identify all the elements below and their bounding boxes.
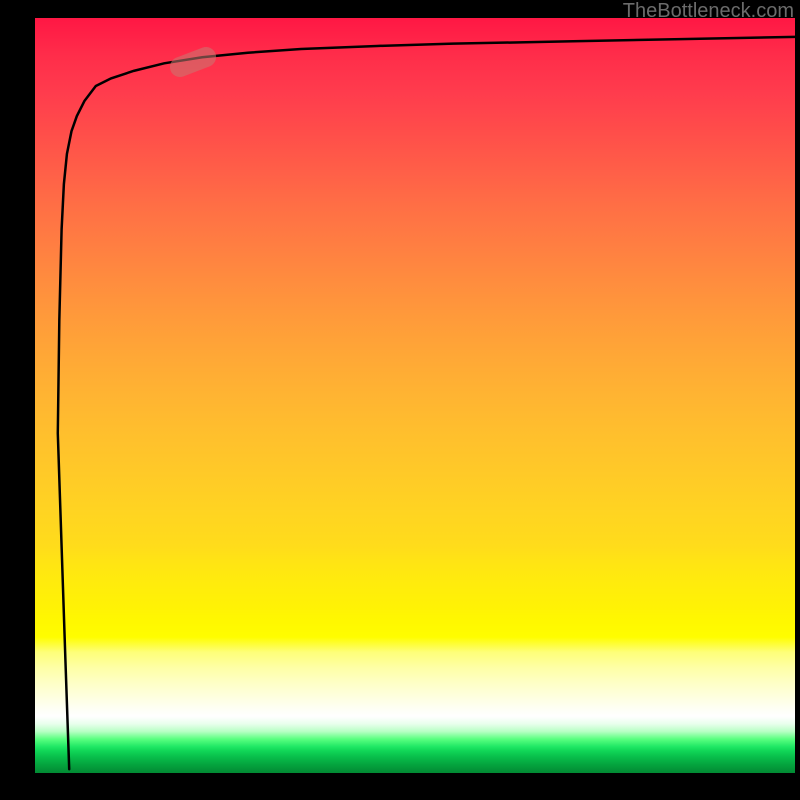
watermark-text: TheBottleneck.com	[623, 0, 794, 23]
curve-line	[35, 18, 795, 773]
chart-container	[35, 18, 795, 773]
plot-area	[35, 18, 795, 773]
